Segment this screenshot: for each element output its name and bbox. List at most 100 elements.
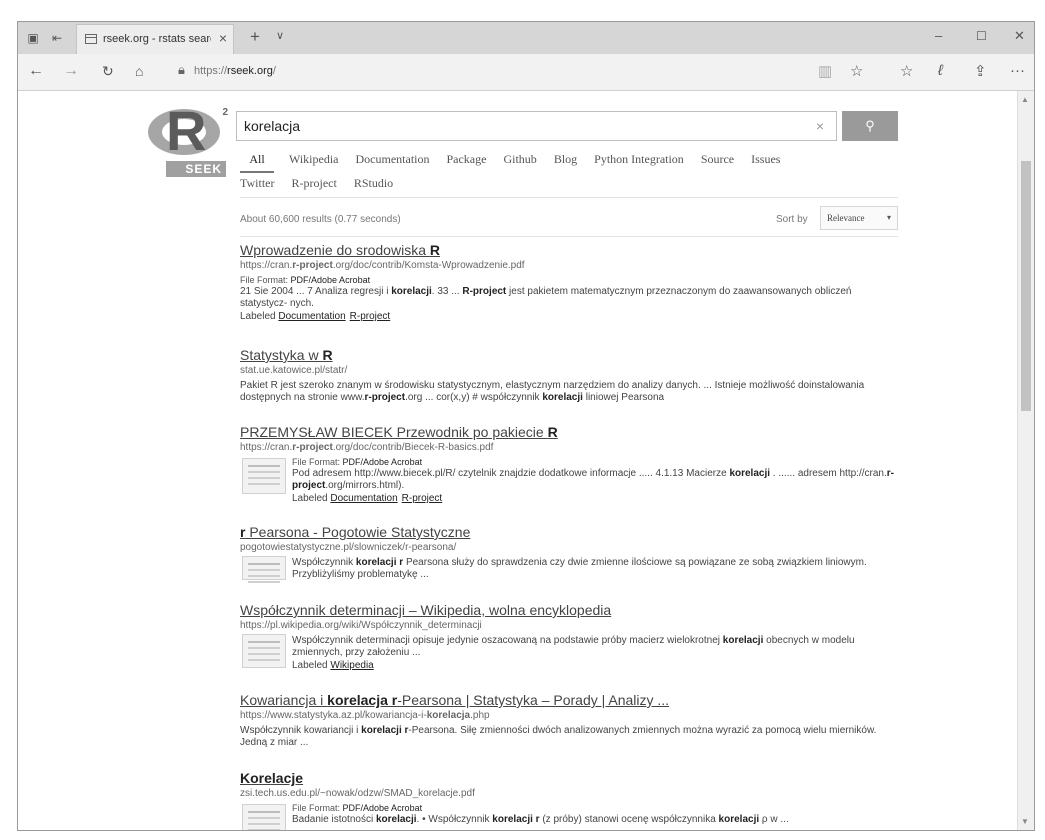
search-result: Statystyka w R stat.ue.katowice.pl/statr…: [240, 347, 900, 404]
arrow-right-icon[interactable]: →: [63, 63, 79, 79]
sort-select[interactable]: Relevance ▾: [820, 206, 898, 230]
result-body: Współczynnik korelacji r Pearsona służy …: [240, 554, 900, 592]
clear-icon[interactable]: ×: [816, 118, 824, 134]
scrollbar-thumb[interactable]: [1021, 161, 1031, 411]
page-content: R 2 SEEK × ⚲ All Wikipedia Documentation…: [18, 91, 1018, 830]
label-link[interactable]: Wikipedia: [330, 660, 373, 671]
result-format: File Format: PDF/Adobe Acrobat: [240, 275, 371, 285]
result-body: File Format: PDF/Adobe Acrobat Badanie i…: [240, 802, 900, 830]
tab-all[interactable]: All: [240, 152, 274, 173]
chevron-up-icon[interactable]: ▲: [1021, 95, 1029, 104]
navigation-bar: ← → ↻ ⌂ 🔒︎ https://rseek.org/ ▥ ☆ ☆ ℓ ⇪ …: [18, 54, 1034, 91]
back-tabs-icon[interactable]: ⇤: [50, 31, 64, 45]
browser-window: ▣ ⇤ rseek.org - rstats search × + ∨ – ☐ …: [17, 21, 1035, 831]
label-link[interactable]: Documentation: [330, 493, 397, 504]
reading-view-icon[interactable]: ▥: [818, 62, 832, 80]
tab-documentation[interactable]: Documentation: [356, 152, 430, 167]
tab-r-project[interactable]: R-project: [291, 176, 336, 191]
more-icon[interactable]: ···: [1010, 62, 1025, 79]
result-title-link[interactable]: Korelacje: [240, 770, 900, 787]
result-title-link[interactable]: Statystyka w R: [240, 347, 900, 364]
result-thumbnail[interactable]: [242, 634, 286, 668]
chevron-down-icon[interactable]: ∨: [276, 29, 284, 42]
tab-python-integration[interactable]: Python Integration: [594, 152, 684, 167]
result-title-link[interactable]: Wprowadzenie do srodowiska R: [240, 242, 900, 259]
close-icon[interactable]: ✕: [1014, 28, 1025, 44]
result-title-link[interactable]: r Pearsona - Pogotowie Statystyczne: [240, 524, 900, 541]
results-divider: [240, 236, 898, 237]
result-snippet: Współczynnik determinacji opisuje jedyni…: [292, 635, 855, 658]
result-thumbnail[interactable]: [242, 556, 286, 580]
filter-tabs-row2: Twitter R-project RStudio: [240, 176, 407, 191]
result-body: Współczynnik determinacji opisuje jedyni…: [240, 632, 900, 672]
lock-icon: 🔒︎: [178, 62, 185, 77]
results-count: About 60,600 results (0.77 seconds): [240, 214, 401, 225]
logo-word: SEEK: [166, 161, 226, 177]
filters-divider: [240, 197, 898, 198]
search-button[interactable]: ⚲: [842, 111, 898, 141]
result-labels: Labeled Documentation R-project: [240, 311, 391, 322]
result-format: File Format: PDF/Adobe Acrobat: [292, 457, 423, 467]
label-link[interactable]: Documentation: [278, 311, 345, 322]
search-box: ×: [236, 111, 837, 141]
logo-superscript: 2: [222, 107, 228, 118]
result-title-link[interactable]: PRZEMYSŁAW BIECEK Przewodnik po pakiecie…: [240, 424, 900, 441]
result-thumbnail[interactable]: [242, 458, 286, 494]
minimize-icon[interactable]: –: [935, 28, 942, 43]
rseek-logo[interactable]: R 2 SEEK: [144, 101, 228, 179]
tab-package[interactable]: Package: [446, 152, 486, 167]
star-icon[interactable]: ☆: [850, 62, 863, 80]
tab-rstudio[interactable]: RStudio: [354, 176, 393, 191]
result-snippet: Pod adresem http://www.biecek.pl/R/ czyt…: [292, 468, 894, 491]
vertical-scrollbar[interactable]: ▲ ▼: [1017, 91, 1034, 830]
label-link[interactable]: R-project: [350, 311, 391, 322]
title-bar: ▣ ⇤ rseek.org - rstats search × + ∨ – ☐ …: [18, 22, 1034, 54]
result-url: pogotowiestatystyczne.pl/slowniczek/r-pe…: [240, 542, 457, 553]
search-result: r Pearsona - Pogotowie Statystyczne pogo…: [240, 524, 900, 592]
result-url: stat.ue.katowice.pl/statr/: [240, 365, 348, 376]
search-result: Korelacje zsi.tech.us.edu.pl/~nowak/odzw…: [240, 770, 900, 830]
result-snippet: Współczynnik korelacji r Pearsona służy …: [292, 557, 867, 580]
search-result: PRZEMYSŁAW BIECEK Przewodnik po pakiecie…: [240, 424, 900, 505]
tab-github[interactable]: Github: [503, 152, 536, 167]
result-snippet: Współczynnik kowariancji i korelacji r-P…: [240, 725, 877, 748]
home-icon[interactable]: ⌂: [135, 63, 143, 79]
result-format: File Format: PDF/Adobe Acrobat: [292, 803, 423, 813]
logo-letter: R: [166, 99, 207, 162]
result-url: https://cran.r-project.org/doc/contrib/K…: [240, 260, 525, 271]
tab-wikipedia[interactable]: Wikipedia: [289, 152, 339, 167]
tab-issues[interactable]: Issues: [751, 152, 780, 167]
result-thumbnail[interactable]: [242, 804, 286, 830]
address-field[interactable]: https://rseek.org/: [194, 65, 276, 77]
label-link[interactable]: R-project: [402, 493, 443, 504]
tab-twitter[interactable]: Twitter: [240, 176, 274, 191]
arrow-left-icon[interactable]: ←: [28, 63, 44, 79]
result-snippet: Badanie istotności korelacji. • Współczy…: [292, 814, 789, 825]
search-icon: ⚲: [865, 118, 875, 133]
tab-blog[interactable]: Blog: [554, 152, 577, 167]
search-result: Kowariancja i korelacja r-Pearsona | Sta…: [240, 692, 900, 749]
sort-value: Relevance: [827, 213, 865, 223]
result-title-link[interactable]: Współczynnik determinacji – Wikipedia, w…: [240, 602, 900, 619]
page-icon: [85, 34, 97, 44]
result-snippet: Pakiet R jest szeroko znanym w środowisk…: [240, 380, 865, 403]
plus-icon[interactable]: +: [250, 27, 260, 47]
favorites-hub-icon[interactable]: ☆: [900, 62, 913, 80]
result-labels: Labeled Wikipedia: [292, 660, 374, 671]
close-icon[interactable]: ×: [219, 30, 227, 46]
tab-rseek[interactable]: rseek.org - rstats search ×: [76, 24, 234, 54]
tab-source[interactable]: Source: [701, 152, 734, 167]
result-url: zsi.tech.us.edu.pl/~nowak/odzw/SMAD_kore…: [240, 788, 475, 799]
search-result: Wprowadzenie do srodowiska R https://cra…: [240, 242, 900, 323]
result-title-link[interactable]: Kowariancja i korelacja r-Pearsona | Sta…: [240, 692, 900, 709]
filter-tabs-row1: All Wikipedia Documentation Package Gith…: [240, 152, 794, 173]
result-snippet: 21 Sie 2004 ... 7 Analiza regresji i kor…: [240, 286, 852, 309]
pen-icon[interactable]: ℓ: [938, 62, 943, 79]
search-input[interactable]: [237, 112, 804, 140]
tab-title: rseek.org - rstats search: [103, 33, 211, 45]
share-icon[interactable]: ⇪: [974, 62, 987, 80]
tab-actions-icon[interactable]: ▣: [26, 31, 40, 45]
maximize-icon[interactable]: ☐: [976, 29, 987, 43]
chevron-down-icon[interactable]: ▼: [1021, 817, 1029, 826]
refresh-icon[interactable]: ↻: [102, 63, 114, 79]
